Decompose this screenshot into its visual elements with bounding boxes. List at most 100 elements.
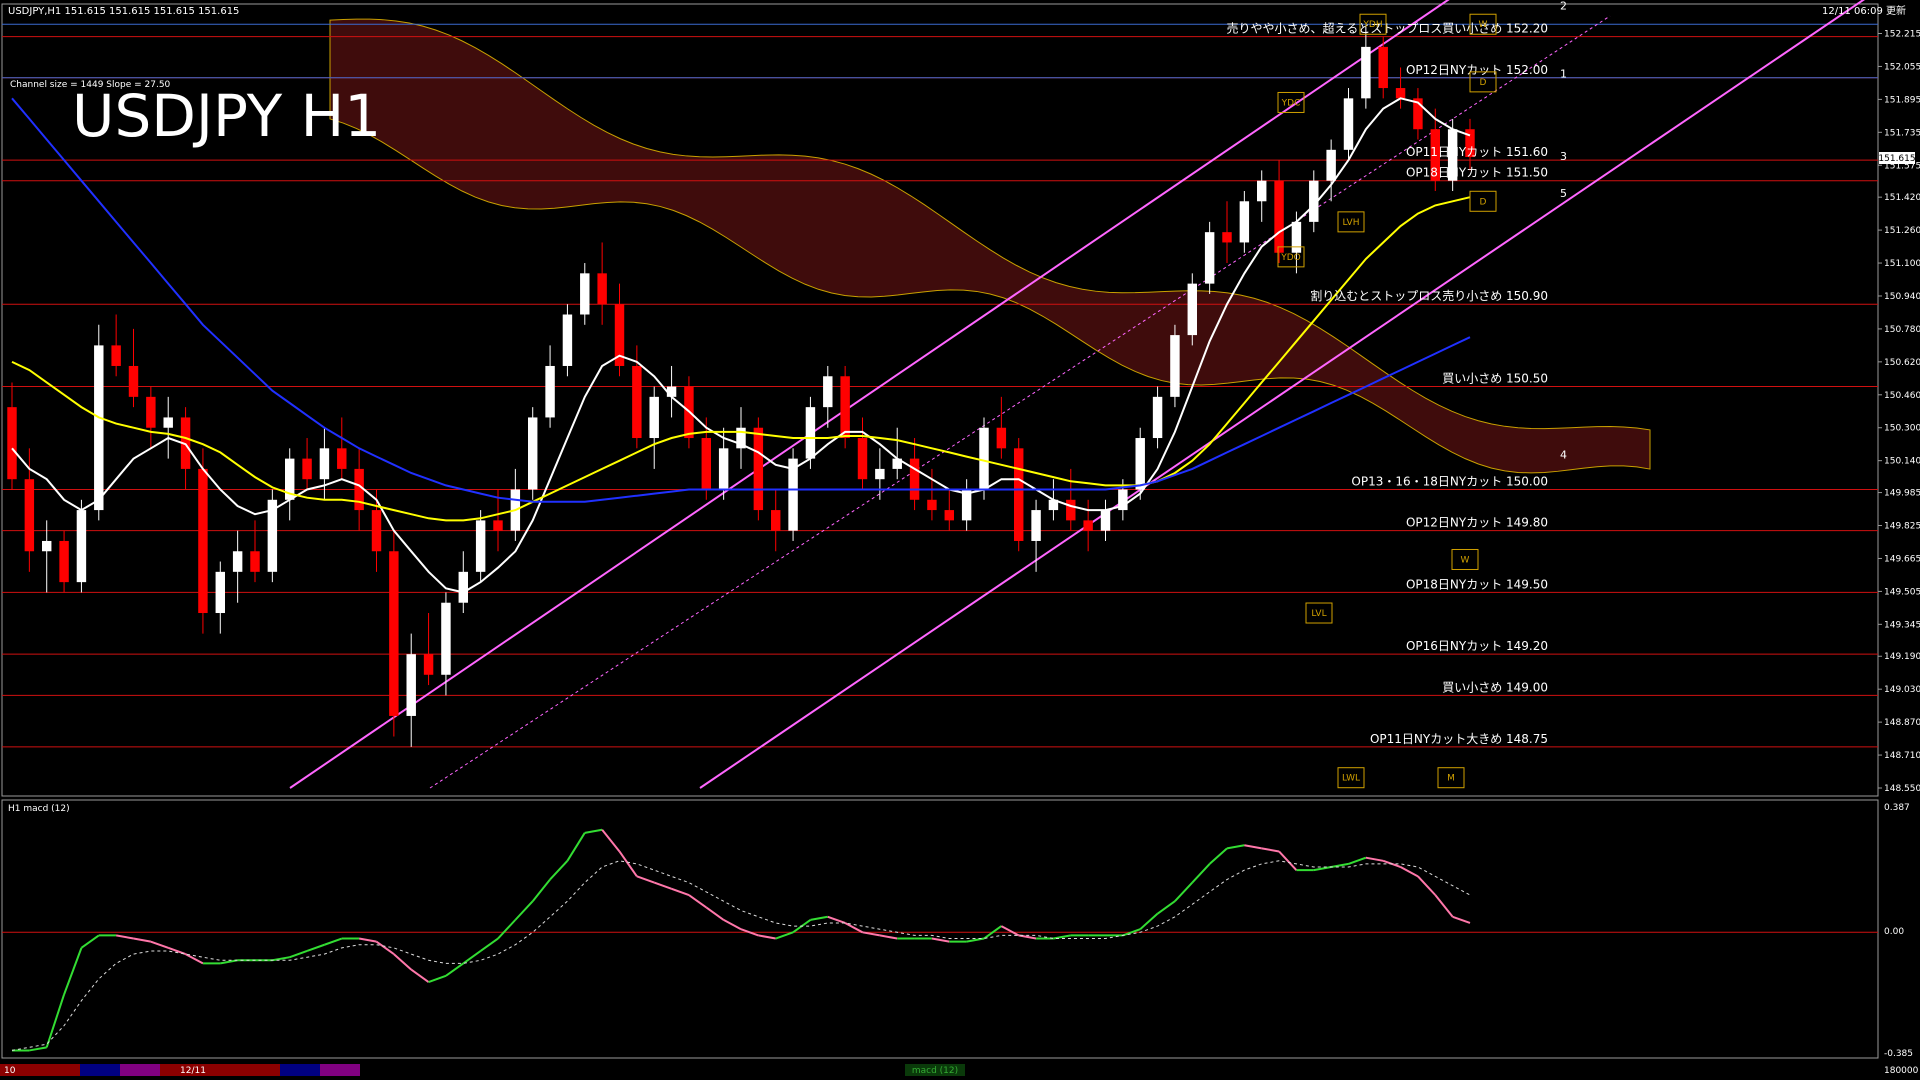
candle-body (527, 417, 538, 490)
price-tick-label: 150.780 (1884, 325, 1920, 335)
candle-body (1031, 510, 1041, 541)
price-tick-label: 151.100 (1884, 259, 1920, 269)
candle-body (7, 407, 17, 480)
price-tick-label: 152.215 (1884, 29, 1920, 39)
price-tick-label: 149.030 (1884, 685, 1920, 695)
price-tick-label: 151.420 (1884, 193, 1920, 203)
price-tick-label: 148.710 (1884, 751, 1920, 761)
candle-body (441, 602, 451, 675)
level-marker-label: YDO (1280, 253, 1301, 263)
candle-body (597, 273, 607, 305)
price-level-label: OP12日NYカット 149.80 (1406, 516, 1548, 530)
fib-number: 3 (1560, 150, 1567, 163)
bar-seg-2 (80, 1064, 120, 1076)
candle-body (857, 438, 868, 480)
candle-body (875, 468, 885, 480)
current-price-label: 151.615 (1878, 154, 1915, 164)
candle-body (1152, 396, 1163, 439)
candle-body (198, 468, 208, 614)
bottom-left-date: 10 (4, 1066, 16, 1076)
price-level-label: OP16日NYカット 149.20 (1406, 639, 1548, 653)
level-marker-label: W (1461, 555, 1470, 565)
price-level-label: 売りやや小さめ、超えるとストップロス買い小さめ 152.20 (1227, 21, 1548, 36)
price-level-label: OP11日NYカット 151.60 (1406, 145, 1548, 159)
candle-body (1170, 335, 1180, 397)
price-tick-label: 150.620 (1884, 358, 1920, 368)
candle-body (823, 376, 833, 408)
candle-body (458, 571, 469, 603)
candle-body (1222, 232, 1232, 243)
candle-body (770, 510, 781, 531)
fib-number: 4 (1560, 448, 1567, 461)
candle-body (41, 540, 52, 552)
candle-body (250, 551, 260, 572)
candle-body (927, 499, 937, 511)
candle-body (59, 540, 69, 583)
candle-body (354, 468, 364, 511)
price-level-label: 買い小さめ 150.50 (1442, 372, 1548, 386)
bar-seg-4 (160, 1064, 280, 1076)
candle-body (1343, 98, 1354, 150)
candle-body (1256, 180, 1267, 202)
candle-body (909, 458, 920, 500)
candle-body (493, 520, 503, 531)
candle-body (718, 448, 729, 490)
candle-body (1100, 510, 1111, 531)
candle-body (319, 448, 330, 480)
level-marker-label: YDC (1281, 98, 1301, 108)
candle-body (979, 427, 989, 490)
macd-zero-value: 0.00 (1884, 927, 1904, 937)
level-marker-label: M (1447, 774, 1455, 784)
price-tick-label: 149.190 (1884, 652, 1920, 662)
bar-seg-6 (320, 1064, 360, 1076)
candle-body (840, 376, 850, 439)
level-marker-label: W (1479, 20, 1488, 30)
level-marker-label: LWL (1342, 774, 1360, 784)
candle-body (1291, 221, 1302, 253)
candle-body (24, 479, 35, 552)
bottom-right-value: 180000 (1884, 1066, 1919, 1076)
candle-body (111, 345, 121, 366)
candle-body (545, 365, 555, 418)
macd-label: H1 macd (12) (8, 804, 70, 814)
candle-body (163, 417, 173, 428)
candle-body (996, 427, 1007, 449)
price-tick-label: 148.550 (1884, 784, 1920, 794)
fib-number: 2 (1560, 0, 1567, 13)
candle-body (389, 551, 399, 716)
candle-body (1239, 201, 1250, 243)
level-marker-label: LVH (1343, 218, 1360, 228)
fib-number: 5 (1560, 187, 1567, 200)
price-tick-label: 150.940 (1884, 292, 1920, 302)
price-tick-label: 151.260 (1884, 226, 1920, 236)
price-level-label: OP11日NYカット大きめ 148.75 (1370, 732, 1548, 746)
bottom-center-label: macd (12) (912, 1066, 958, 1076)
price-tick-label: 148.870 (1884, 718, 1920, 728)
price-level-label: OP12日NYカット 152.00 (1406, 63, 1548, 77)
bottom-mid-date: 12/11 (180, 1066, 206, 1076)
candle-body (649, 396, 659, 439)
price-tick-label: 150.460 (1884, 391, 1920, 401)
level-marker-label: D (1480, 197, 1487, 207)
candle-body (1361, 46, 1371, 99)
candle-body (423, 654, 434, 675)
price-tick-label: 149.345 (1884, 620, 1920, 630)
candle-body (753, 427, 764, 511)
candle-body (944, 510, 955, 521)
level-marker-label: D (1480, 78, 1487, 88)
price-level-label: 買い小さめ 149.00 (1442, 680, 1548, 694)
price-tick-label: 149.985 (1884, 489, 1920, 499)
price-level-label: OP13・16・18日NYカット 150.00 (1351, 474, 1548, 488)
price-level-label: OP18日NYカット 151.50 (1406, 166, 1548, 180)
candle-body (1204, 232, 1215, 284)
candle-body (1395, 88, 1406, 99)
price-level-label: OP18日NYカット 149.50 (1406, 577, 1548, 591)
price-tick-label: 150.140 (1884, 457, 1920, 467)
chart-title: USDJPY H1 (72, 82, 381, 150)
price-tick-label: 151.735 (1884, 128, 1920, 138)
level-marker-label: YDH (1362, 20, 1382, 30)
candle-body (1326, 149, 1336, 181)
timestamp: 12/11 06:09 更新 (1822, 4, 1906, 17)
chart-stage: 売りやや小さめ、超えるとストップロス買い小さめ 152.20 OP12日NYカット… (0, 0, 1920, 1080)
candle-body (1378, 46, 1388, 89)
